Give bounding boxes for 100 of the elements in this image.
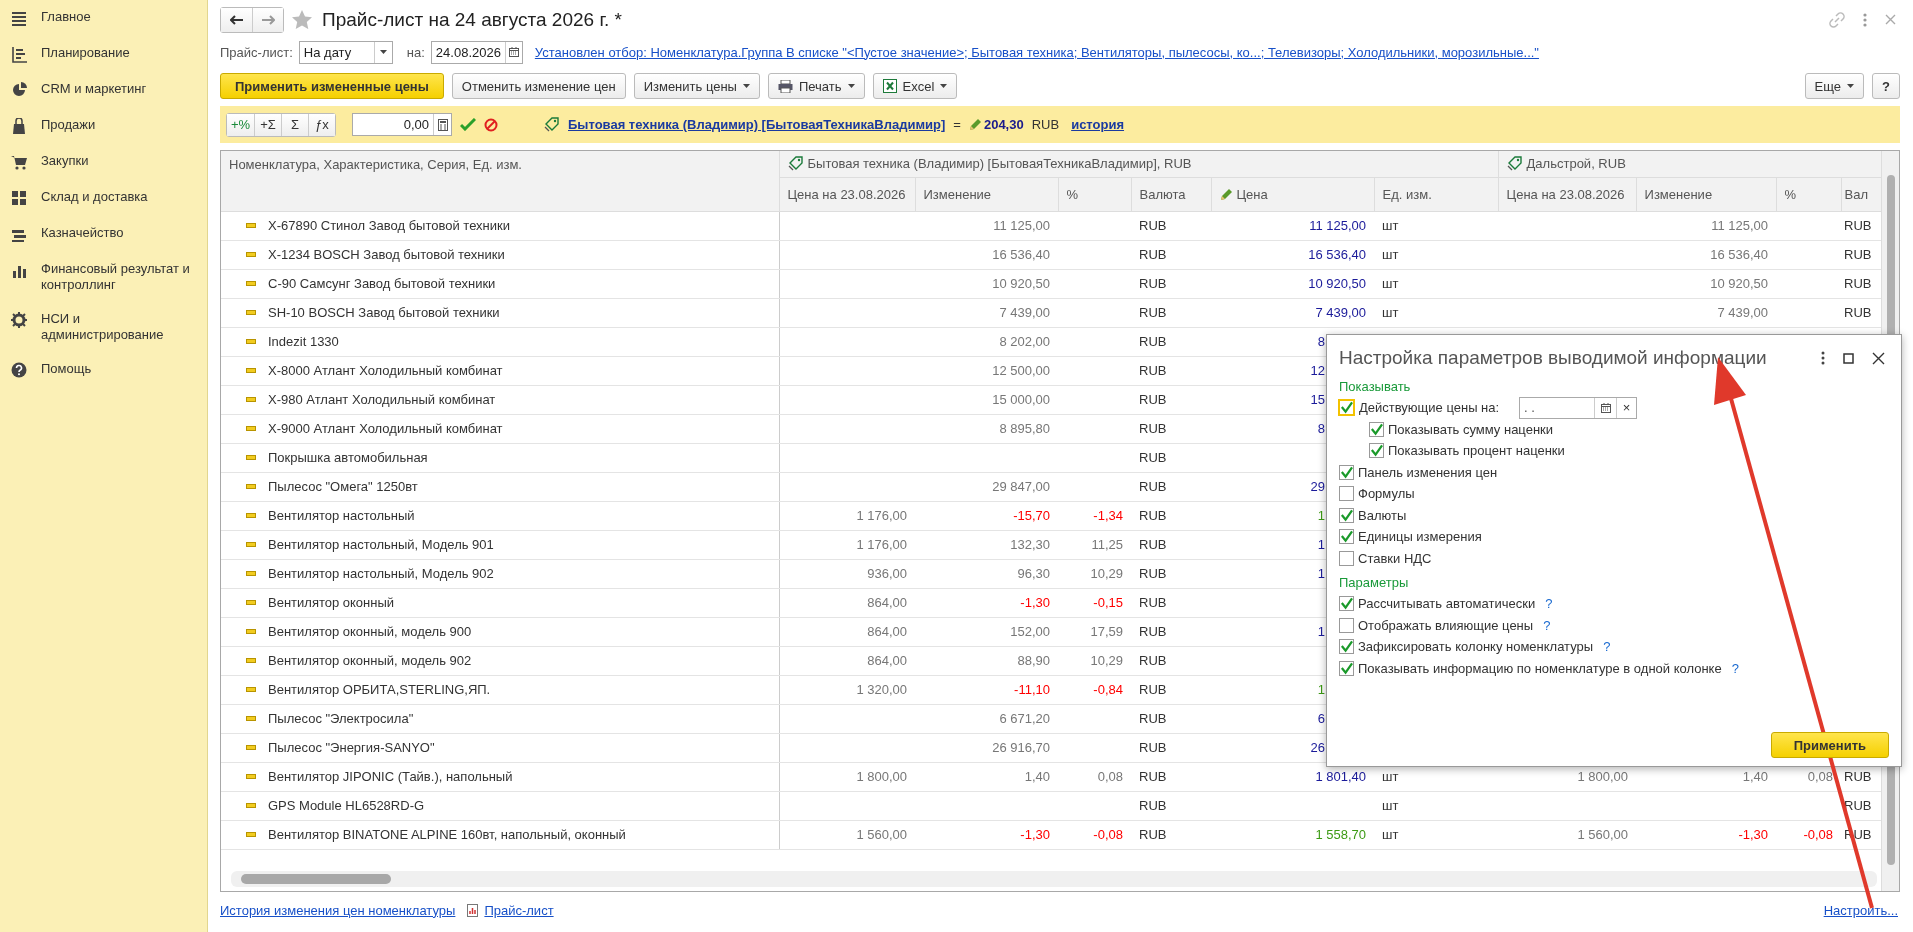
item-name[interactable]: GPS Module HL6528RD-G	[268, 798, 425, 813]
checkbox-label[interactable]: Показывать сумму наценки	[1388, 421, 1554, 437]
column-header[interactable]: %	[1776, 177, 1842, 211]
clear-button[interactable]: ×	[1616, 397, 1637, 418]
date-field[interactable]: . . ×	[1519, 396, 1638, 419]
item-name[interactable]: Пылесос "Энергия-SANYO"	[268, 740, 435, 755]
operation-button[interactable]: ƒx	[308, 113, 335, 136]
checkbox[interactable]	[1339, 639, 1354, 655]
tag-icon	[1506, 156, 1523, 172]
sidebar-item[interactable]: Планирование	[0, 36, 200, 72]
checkbox[interactable]	[1339, 596, 1354, 612]
checkbox[interactable]	[1339, 617, 1354, 633]
sidebar-item[interactable]: Склад и доставка	[0, 180, 200, 216]
horizontal-scrollbar[interactable]	[231, 871, 1877, 887]
column-header[interactable]: Изменение	[915, 177, 1058, 211]
sidebar-item[interactable]: НСИ и администрирование	[0, 302, 200, 352]
sidebar-item[interactable]: Финансовый результат и контроллинг	[0, 252, 200, 302]
item-name[interactable]: C-90 Самсунг Завод бытовой техники	[268, 276, 496, 291]
item-name[interactable]: Вентилятор JIPONIC (Тайв.), напольный	[268, 769, 513, 784]
checkbox-label[interactable]: Показывать процент наценки	[1388, 443, 1565, 459]
item-name[interactable]: X-67890 Стинол Завод бытовой техники	[268, 218, 510, 233]
sidebar-item[interactable]: Казначейство	[0, 216, 200, 252]
help-link[interactable]: ?	[1545, 596, 1553, 612]
report-icon	[467, 903, 479, 917]
group-title: Бытовая техника (Владимир) [БытоваяТехникаВладимир], RUB	[807, 156, 1192, 172]
history-link[interactable]: история	[1071, 117, 1125, 132]
checkbox-label[interactable]: Показывать информацию по номенклатуре в одной колонке	[1358, 660, 1722, 676]
help-link[interactable]: ?	[1603, 639, 1611, 655]
item-name[interactable]: Вентилятор оконный, модель 902	[268, 653, 472, 668]
date-field[interactable]: 24.08.2026	[430, 40, 523, 64]
item-name[interactable]: Indezit 1330	[268, 334, 339, 349]
checkbox[interactable]	[1339, 529, 1354, 545]
close-icon[interactable]	[1872, 351, 1885, 365]
sidebar-item[interactable]: Продажи	[0, 108, 200, 144]
checkbox[interactable]	[1339, 464, 1354, 480]
maximize-icon[interactable]	[1843, 352, 1854, 364]
apply-button[interactable]: Применить	[1770, 732, 1889, 758]
filter-link[interactable]: Установлен отбор: Номенклатура.Группа В списке "<Пустое значение>; Бытовая техника; Вентиляторы, пылесосы, ко...; Телевизоры; Холодильники, морозильные..."	[534, 44, 1539, 60]
price-type-link[interactable]: Бытовая техника (Владимир) [БытоваяТехникаВладимир]	[568, 117, 946, 132]
sidebar-item[interactable]: Главное	[0, 0, 200, 36]
back-button[interactable]	[221, 7, 252, 32]
settings-link[interactable]: Настроить...	[1823, 902, 1898, 918]
star-icon[interactable]	[292, 10, 312, 29]
item-name[interactable]: Вентилятор настольный, Модель 902	[268, 566, 494, 581]
checkbox[interactable]	[1339, 550, 1354, 566]
item-name[interactable]: Вентилятор настольный	[268, 508, 415, 523]
table-cell: 864,00	[779, 588, 915, 617]
checkbox[interactable]	[1369, 443, 1384, 459]
help-button[interactable]: ?	[1872, 73, 1900, 99]
item-name[interactable]: SH-10 BOSCH Завод бытовой техники	[268, 305, 500, 320]
column-header[interactable]: Номенклатура, Характеристика, Серия, Ед. изм.	[221, 151, 779, 211]
column-header[interactable]: Ед. изм.	[1374, 177, 1499, 211]
print-button[interactable]: Печать	[767, 73, 865, 99]
item-name[interactable]: Вентилятор BINATONE ALPINE 160вт, напольный, оконный	[268, 827, 626, 842]
item-name[interactable]: X-8000 Атлант Холодильный комбинат	[268, 363, 503, 378]
checkbox[interactable]	[1339, 486, 1354, 502]
item-name[interactable]: X-980 Атлант Холодильный комбинат	[268, 392, 496, 407]
footer-link[interactable]: История изменения цен номенклатуры	[220, 902, 456, 918]
column-header[interactable]: Цена на 23.08.2026	[779, 177, 915, 211]
operation-button[interactable]: +Σ	[254, 113, 281, 136]
column-header[interactable]: Цена на 23.08.2026	[1498, 177, 1637, 211]
checkbox-label[interactable]: Рассчитывать автоматически	[1358, 596, 1536, 612]
more-button[interactable]: Еще	[1804, 73, 1865, 99]
checkmark-icon	[1370, 444, 1383, 458]
column-header[interactable]: Цена	[1211, 177, 1374, 211]
help-link[interactable]: ?	[1543, 617, 1551, 633]
sidebar-item[interactable]: Закупки	[0, 144, 200, 180]
more-icon[interactable]	[1821, 351, 1825, 365]
item-name[interactable]: Вентилятор оконный	[268, 595, 395, 610]
sidebar-item[interactable]: CRM и маркетинг	[0, 72, 200, 108]
price-list-select[interactable]: На дату	[298, 40, 393, 64]
table-cell: 10,29	[1058, 646, 1131, 675]
amount-field[interactable]: 0,00	[352, 113, 452, 136]
item-name[interactable]: Вентилятор оконный, модель 900	[268, 624, 472, 639]
item-name[interactable]: Пылесос "Омега" 1250вт	[268, 479, 418, 494]
footer-link[interactable]: Прайс-лист	[484, 902, 554, 918]
checkbox[interactable]	[1339, 660, 1354, 676]
item-name[interactable]: Покрышка автомобильная	[268, 450, 428, 465]
link-icon[interactable]	[1829, 11, 1845, 28]
checkbox[interactable]	[1339, 507, 1354, 523]
operation-button[interactable]: Σ	[281, 113, 308, 136]
operation-button[interactable]: +%	[227, 113, 254, 136]
checkbox[interactable]	[1369, 421, 1384, 437]
column-header[interactable]: Валюта	[1131, 177, 1211, 211]
excel-button[interactable]: Excel	[872, 73, 958, 99]
help-link[interactable]: ?	[1731, 660, 1739, 676]
sidebar-item[interactable]: Помощь	[0, 352, 200, 388]
item-name[interactable]: Вентилятор ОРБИТА,STERLING,ЯП.	[268, 682, 491, 697]
apply-button[interactable]: Применить измененные цены	[220, 73, 444, 99]
column-header[interactable]: Изменение	[1636, 177, 1777, 211]
item-name[interactable]: Вентилятор настольный, Модель 901	[268, 537, 494, 552]
check-icon[interactable]	[460, 118, 476, 131]
cancel-icon[interactable]	[484, 117, 498, 132]
menu-button[interactable]: Изменить цены	[633, 73, 760, 99]
item-name[interactable]: Пылесос "Электросила"	[268, 711, 414, 726]
column-header[interactable]: %	[1058, 177, 1131, 211]
item-name[interactable]: X-1234 BOSCH Завод бытовой техники	[268, 247, 505, 262]
cancel-button[interactable]: Отменить изменение цен	[451, 73, 626, 99]
checkbox[interactable]	[1338, 399, 1355, 417]
item-name[interactable]: X-9000 Атлант Холодильный комбинат	[268, 421, 503, 436]
